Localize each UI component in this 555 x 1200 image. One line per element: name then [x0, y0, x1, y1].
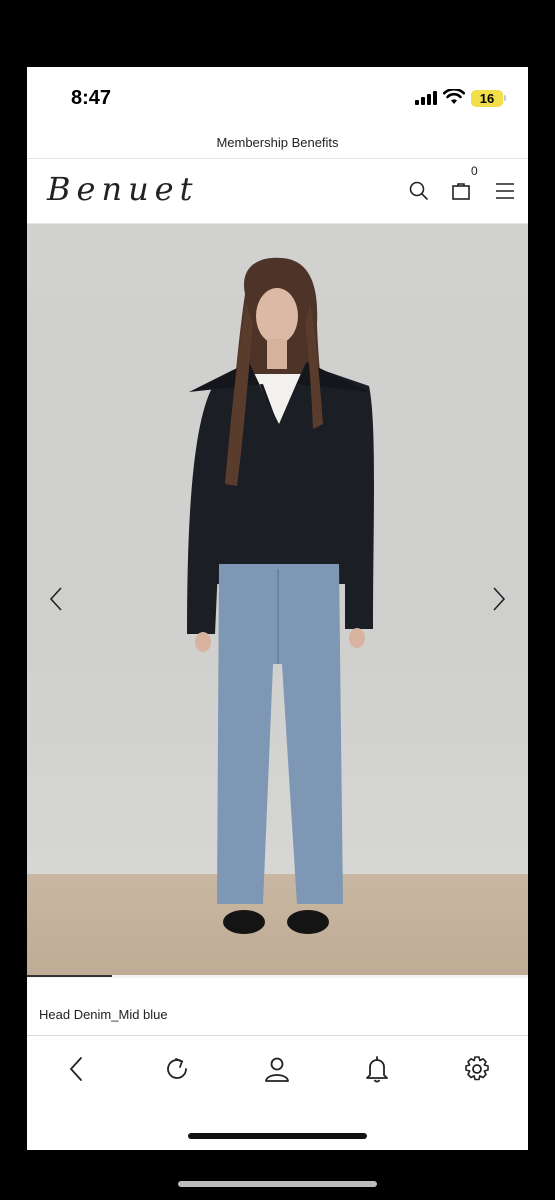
carousel-prev-icon[interactable]	[45, 584, 69, 614]
model-photo	[187, 257, 374, 934]
settings-icon[interactable]	[462, 1054, 492, 1084]
product-name: Head Denim_Mid blue	[39, 1007, 168, 1022]
phone-screen: 8:47 16 Membership Benefits Benuet 0 Hea…	[27, 67, 528, 1150]
shopping-bag-icon[interactable]	[449, 179, 473, 203]
reload-icon[interactable]	[162, 1054, 192, 1084]
site-header: Benuet 0	[27, 160, 528, 224]
battery-tip	[504, 95, 506, 101]
cellular-signal-icon	[415, 91, 437, 105]
browser-toolbar	[27, 1036, 528, 1102]
system-bar	[178, 1181, 377, 1187]
carousel-progress	[27, 975, 528, 978]
account-icon[interactable]	[262, 1054, 292, 1084]
battery-indicator: 16	[471, 90, 503, 107]
carousel-progress-fill	[27, 975, 113, 977]
status-bar: 8:47 16	[27, 67, 528, 133]
carousel-next-icon[interactable]	[486, 584, 510, 614]
cart-count-badge: 0	[471, 164, 478, 178]
home-indicator	[188, 1133, 367, 1139]
search-icon[interactable]	[407, 179, 431, 203]
wifi-icon	[443, 89, 465, 104]
notifications-icon[interactable]	[362, 1054, 392, 1084]
product-image[interactable]	[27, 224, 528, 975]
site-logo[interactable]: Benuet	[47, 170, 198, 208]
membership-banner[interactable]: Membership Benefits	[27, 133, 528, 159]
back-icon[interactable]	[62, 1054, 92, 1084]
status-time: 8:47	[71, 87, 112, 109]
hamburger-menu-icon[interactable]	[493, 179, 517, 203]
